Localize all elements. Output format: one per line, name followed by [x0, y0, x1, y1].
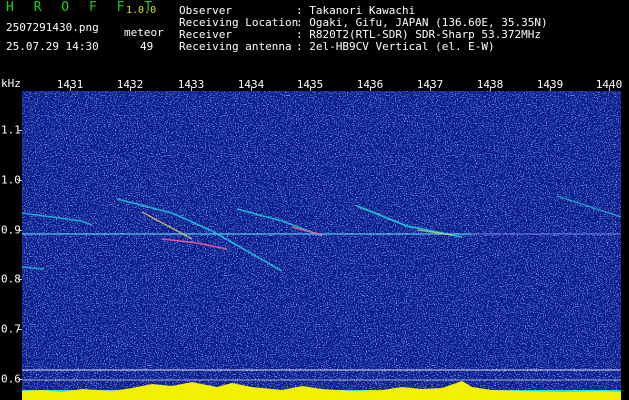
file-name: 2507291430.png: [6, 21, 99, 34]
antenna-value: : 2el-HB9CV Vertical (el. E-W): [296, 40, 495, 53]
meteor-label: meteor: [124, 26, 164, 39]
right-margin: [621, 91, 629, 400]
antenna-label: Receiving antenna: [179, 40, 292, 53]
app-version: 1.0.0: [126, 5, 157, 16]
meteor-count: 49: [140, 40, 154, 53]
time-axis: kHz 1431 1432 1433 1434 1435 1436 1437 1…: [0, 75, 629, 91]
timestamp: 25.07.29 14:30: [6, 40, 99, 53]
frequency-axis: 1.1 1.0 0.9 0.8 0.7 0.6: [0, 91, 22, 400]
noise-texture: [22, 91, 621, 400]
header-panel: H R O F F T 1.0.0 2507291430.png 25.07.2…: [0, 0, 629, 75]
frequency-unit-label: kHz: [1, 77, 21, 90]
spectrogram-display: [22, 91, 621, 400]
